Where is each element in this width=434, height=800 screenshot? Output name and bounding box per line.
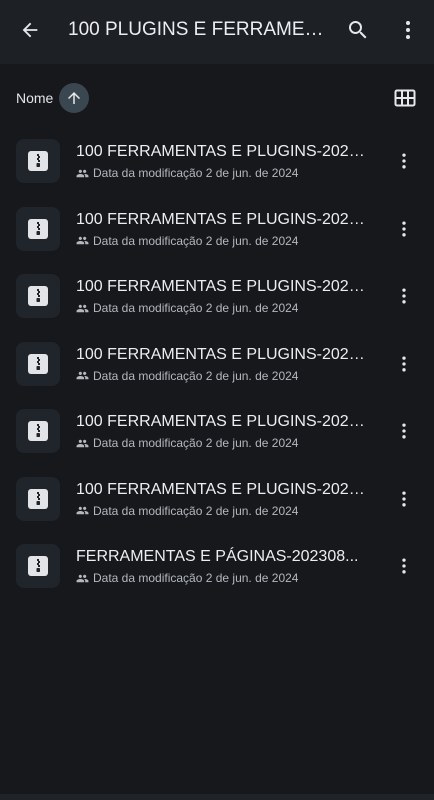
file-name: 100 FERRAMENTAS E PLUGINS-2023...	[76, 345, 366, 363]
arrow-up-icon	[68, 92, 81, 104]
file-name: 100 FERRAMENTAS E PLUGINS-2023...	[76, 278, 366, 295]
zip-file-icon	[28, 353, 48, 374]
more-vert-icon	[402, 356, 406, 371]
people-icon	[76, 302, 89, 315]
grid-view-button[interactable]	[390, 84, 420, 112]
row-more-button[interactable]	[392, 348, 416, 380]
file-row[interactable]: 100 FERRAMENTAS E PLUGINS-2023... Data d…	[0, 262, 434, 330]
modified-date: Data da modificação 2 de jun. de 2024	[93, 571, 299, 585]
file-meta: Data da modificação 2 de jun. de 2024	[76, 233, 298, 249]
row-more-button[interactable]	[392, 213, 416, 245]
sort-by-name-button[interactable]: Nome	[16, 83, 90, 113]
file-row[interactable]: 100 FERRAMENTAS E PLUGINS-2023... Data d…	[0, 127, 434, 195]
zip-file-icon	[28, 218, 48, 239]
file-meta: Data da modificação 2 de jun. de 2024	[76, 503, 298, 519]
file-thumbnail	[16, 139, 60, 183]
modified-date: Data da modificação 2 de jun. de 2024	[93, 166, 299, 180]
file-row[interactable]: 100 FERRAMENTAS E PLUGINS-2023... Data d…	[0, 330, 434, 398]
search-icon	[349, 21, 367, 39]
file-meta: Data da modificação 2 de jun. de 2024	[76, 300, 298, 316]
file-meta: Data da modificação 2 de jun. de 2024	[76, 165, 298, 181]
file-name: 100 FERRAMENTAS E PLUGINS-2023...	[76, 480, 366, 498]
people-icon	[76, 437, 89, 450]
file-name: 100 FERRAMENTAS E PLUGINS-2023...	[76, 210, 366, 228]
zip-file-icon	[28, 286, 48, 306]
modified-date: Data da modificação 2 de jun. de 2024	[93, 301, 299, 315]
back-button[interactable]	[14, 14, 46, 46]
sort-label: Nome	[16, 90, 54, 106]
folder-title: 100 PLUGINS E FERRAMENTAS	[68, 19, 330, 40]
file-list: 100 FERRAMENTAS E PLUGINS-2023... Data d…	[0, 127, 434, 600]
file-name: FERRAMENTAS E PÁGINAS-202308...	[76, 548, 359, 565]
file-name: 100 FERRAMENTAS E PLUGINS-2023...	[76, 413, 366, 430]
people-icon	[76, 369, 89, 382]
file-row[interactable]: FERRAMENTAS E PÁGINAS-202308... Data da …	[0, 532, 434, 600]
file-row[interactable]: 100 FERRAMENTAS E PLUGINS-2023... Data d…	[0, 397, 434, 465]
search-button[interactable]	[342, 14, 374, 46]
row-more-button[interactable]	[392, 415, 416, 447]
arrow-back-icon	[22, 22, 38, 38]
modified-date: Data da modificação 2 de jun. de 2024	[93, 233, 299, 248]
more-vert-icon	[402, 491, 406, 506]
zip-file-icon	[28, 151, 48, 171]
more-options-button[interactable]	[394, 14, 422, 46]
file-thumbnail	[16, 409, 60, 453]
more-vert-icon	[402, 288, 406, 304]
bottom-edge	[0, 794, 434, 800]
top-app-bar: 100 PLUGINS E FERRAMENTAS	[0, 0, 434, 64]
zip-file-icon	[28, 556, 48, 576]
people-icon	[76, 234, 89, 247]
modified-date: Data da modificação 2 de jun. de 2024	[93, 368, 299, 383]
file-thumbnail	[16, 341, 60, 386]
zip-file-icon	[28, 488, 48, 509]
file-row[interactable]: 100 FERRAMENTAS E PLUGINS-2023... Data d…	[0, 195, 434, 263]
more-vert-icon	[402, 221, 406, 236]
file-thumbnail	[16, 544, 60, 588]
file-thumbnail	[16, 274, 60, 318]
people-icon	[76, 167, 89, 180]
modified-date: Data da modificação 2 de jun. de 2024	[93, 436, 299, 450]
more-vert-icon	[402, 558, 406, 574]
zip-file-icon	[28, 421, 48, 441]
file-meta: Data da modificação 2 de jun. de 2024	[76, 368, 298, 384]
file-meta: Data da modificação 2 de jun. de 2024	[76, 435, 298, 451]
more-vert-icon	[402, 423, 406, 439]
row-more-button[interactable]	[392, 550, 416, 582]
grid-view-icon	[394, 89, 416, 107]
file-name: 100 FERRAMENTAS E PLUGINS-2023...	[76, 143, 366, 160]
sort-direction-chip	[59, 83, 90, 113]
people-icon	[76, 572, 89, 585]
row-more-button[interactable]	[392, 280, 416, 312]
sort-bar: Nome	[0, 64, 434, 134]
more-vert-icon	[406, 21, 410, 39]
file-thumbnail	[16, 476, 60, 521]
file-meta: Data da modificação 2 de jun. de 2024	[76, 570, 298, 586]
row-more-button[interactable]	[392, 483, 416, 515]
more-vert-icon	[402, 153, 406, 169]
file-row[interactable]: 100 FERRAMENTAS E PLUGINS-2023... Data d…	[0, 465, 434, 533]
modified-date: Data da modificação 2 de jun. de 2024	[93, 503, 299, 518]
people-icon	[76, 504, 89, 517]
row-more-button[interactable]	[392, 145, 416, 177]
file-thumbnail	[16, 206, 60, 251]
